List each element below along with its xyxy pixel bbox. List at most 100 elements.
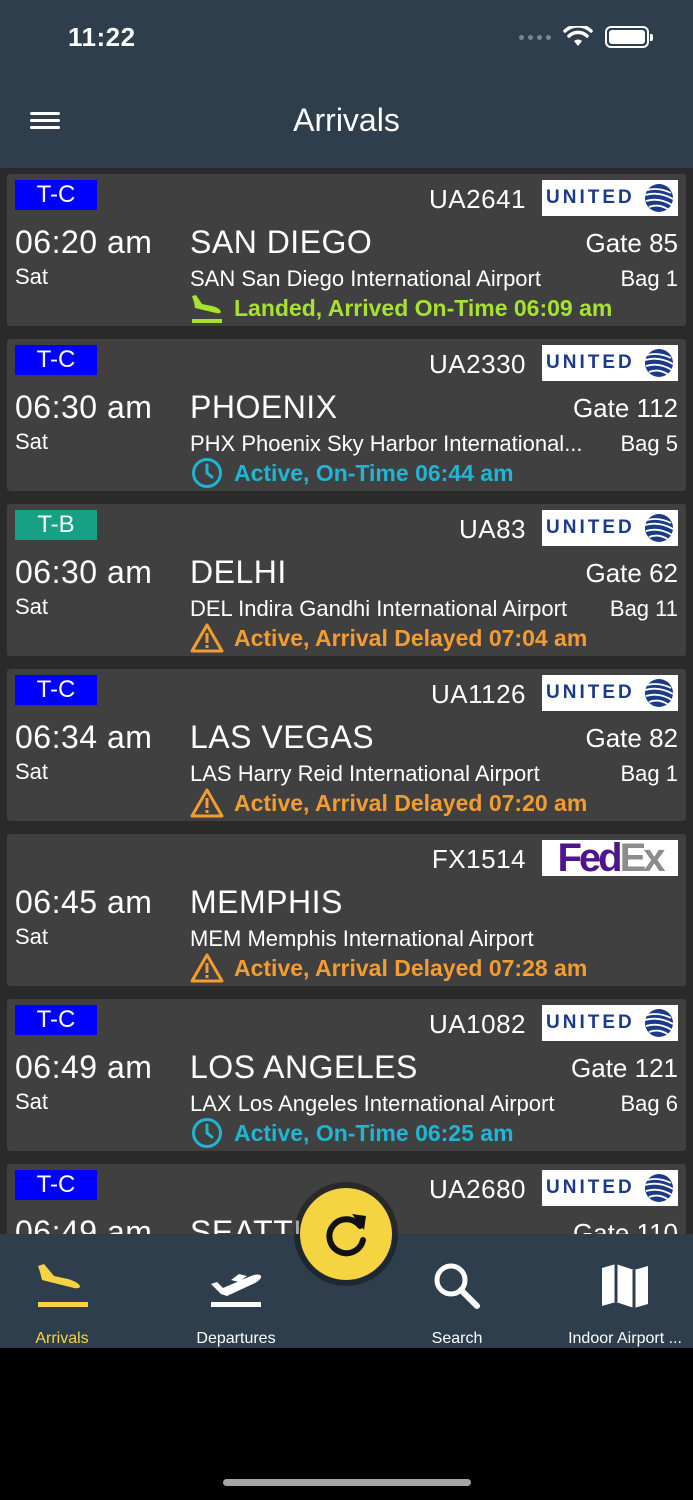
home-indicator[interactable] xyxy=(223,1479,471,1486)
airline-logo: UNITED xyxy=(542,510,678,546)
arrival-day: Sat xyxy=(15,759,49,784)
gate: Gate 121 xyxy=(571,1053,678,1083)
status-text: Landed, Arrived On-Time 06:09 am xyxy=(234,294,613,321)
plane-arrival-icon xyxy=(38,1264,88,1307)
warning-icon xyxy=(190,787,224,819)
flight-number: FX1514 xyxy=(431,844,526,874)
origin-airport: PHX Phoenix Sky Harbor International... xyxy=(190,431,583,456)
flight-status: Active, Arrival Delayed 07:20 am xyxy=(190,787,587,819)
bottom-safe-area xyxy=(0,1348,693,1500)
terminal-badge: T-C xyxy=(15,675,97,705)
status-text: Active, On-Time 06:44 am xyxy=(234,459,514,486)
united-globe-icon xyxy=(643,513,675,543)
tab-label: Search xyxy=(431,1330,483,1347)
baggage-claim: Bag 1 xyxy=(620,266,679,291)
flight-number: UA2680 xyxy=(429,1174,526,1204)
status-text: Active, On-Time 06:25 am xyxy=(234,1119,514,1146)
flight-status: Active, On-Time 06:25 am xyxy=(190,1117,514,1149)
united-globe-icon xyxy=(643,1173,675,1203)
airline-logo-ex: Ex xyxy=(619,835,666,880)
origin-city: DELHI xyxy=(190,554,287,590)
flight-status: Landed, Arrived On-Time 06:09 am xyxy=(190,292,612,324)
united-globe-icon xyxy=(643,1008,675,1038)
flight-card[interactable]: T-B UA83 UNITED 06:30 am Sat DELHI Gate 62 DE… xyxy=(7,504,686,656)
terminal-badge: T-C xyxy=(15,345,97,375)
terminal-badge: T-C xyxy=(15,180,97,210)
united-globe-icon xyxy=(643,183,675,213)
arrival-time: 06:49 am xyxy=(15,1214,153,1234)
baggage-claim: Bag 6 xyxy=(620,1091,679,1116)
map-icon xyxy=(602,1264,648,1308)
united-globe-icon xyxy=(643,348,675,378)
status-icons xyxy=(519,26,653,48)
flight-card[interactable]: T-C UA2330 UNITED 06:30 am Sat PHOENIX Gate … xyxy=(7,339,686,491)
baggage-claim: Bag 11 xyxy=(609,596,678,621)
status-text: Active, Arrival Delayed 07:28 am xyxy=(234,954,588,981)
arrival-day: Sat xyxy=(15,264,49,289)
airline-logo: UNITED xyxy=(542,675,678,711)
cellular-signal-icon xyxy=(519,34,551,40)
airline-logo: UNITED xyxy=(542,345,678,381)
baggage-claim: Bag 5 xyxy=(620,431,679,456)
search-icon xyxy=(434,1263,480,1309)
airline-name: UNITED xyxy=(546,1012,635,1033)
warning-icon xyxy=(190,622,224,654)
gate: Gate 112 xyxy=(572,393,678,423)
flight-card[interactable]: T-C UA1082 UNITED 06:49 am Sat LOS ANGELES G… xyxy=(7,999,686,1151)
warning-icon xyxy=(190,952,224,984)
refresh-button[interactable] xyxy=(300,1188,392,1280)
flight-card[interactable]: T-C UA2641 UNITED 06:20 am Sat SAN DIEGO Gat… xyxy=(7,174,686,326)
origin-city: LAS VEGAS xyxy=(190,719,375,755)
flight-status: Active, Arrival Delayed 07:04 am xyxy=(190,622,587,654)
flight-number: UA1082 xyxy=(429,1009,526,1039)
flight-number: UA1126 xyxy=(430,679,526,709)
airline-logo: Fed Ex xyxy=(542,836,678,880)
arrival-day: Sat xyxy=(15,429,49,454)
arrival-day: Sat xyxy=(15,1089,49,1114)
tab-label: Arrivals xyxy=(35,1330,89,1347)
airline-name: UNITED xyxy=(546,187,635,208)
origin-city: LOS ANGELES xyxy=(190,1049,418,1085)
airline-name: UNITED xyxy=(546,1177,635,1198)
status-time: 11:22 xyxy=(68,22,136,52)
arrival-time: 06:30 am xyxy=(15,389,153,425)
gate: Gate 85 xyxy=(585,228,678,258)
tab-departures[interactable]: Departures xyxy=(172,1234,300,1348)
airline-logo: UNITED xyxy=(542,1005,678,1041)
origin-airport: LAX Los Angeles International Airport xyxy=(190,1091,555,1116)
flight-number: UA83 xyxy=(458,514,526,544)
page-title: Arrivals xyxy=(293,102,400,138)
clock-icon xyxy=(190,457,224,489)
plane-departure-icon xyxy=(211,1274,262,1307)
arrival-time: 06:45 am xyxy=(15,884,153,920)
terminal-badge: T-C xyxy=(15,1005,97,1035)
flight-card[interactable]: FX1514 Fed Ex 06:45 am Sat MEMPHIS MEM Memph… xyxy=(7,834,686,986)
tab-indoor-airport[interactable]: Indoor Airport ... xyxy=(560,1234,690,1348)
flight-status: Active, Arrival Delayed 07:28 am xyxy=(190,952,587,984)
airline-logo: UNITED xyxy=(542,1170,678,1206)
airline-name: UNITED xyxy=(546,352,635,373)
airline-logo-fed: Fed xyxy=(557,835,622,880)
airline-name: UNITED xyxy=(546,517,635,538)
terminal-badge: T-B xyxy=(15,510,97,540)
tab-search[interactable]: Search xyxy=(410,1234,504,1348)
flight-card[interactable]: T-C UA1126 UNITED 06:34 am Sat LAS VEGAS Gat… xyxy=(7,669,686,821)
terminal-badge: T-C xyxy=(15,1170,97,1200)
clock-icon xyxy=(190,1117,224,1149)
arrival-day: Sat xyxy=(15,594,49,619)
tab-arrivals[interactable]: Arrivals xyxy=(0,1234,124,1348)
origin-city: PHOENIX xyxy=(190,389,338,425)
gate: Gate 82 xyxy=(585,723,678,753)
tab-label: Indoor Airport ... xyxy=(568,1330,682,1347)
plane-landing-icon xyxy=(190,292,224,324)
arrival-day: Sat xyxy=(15,924,49,949)
united-globe-icon xyxy=(643,678,675,708)
origin-city: MEMPHIS xyxy=(190,884,343,920)
refresh-icon xyxy=(326,1214,366,1257)
status-bar: 11:22 xyxy=(0,0,693,80)
wifi-icon xyxy=(563,26,593,46)
flight-list[interactable]: T-C UA2641 UNITED 06:20 am Sat SAN DIEGO Gat… xyxy=(0,168,693,1234)
origin-airport: DEL Indira Gandhi International Airport xyxy=(190,596,568,621)
origin-city: SAN DIEGO xyxy=(190,224,373,260)
flight-number: UA2330 xyxy=(429,349,526,379)
